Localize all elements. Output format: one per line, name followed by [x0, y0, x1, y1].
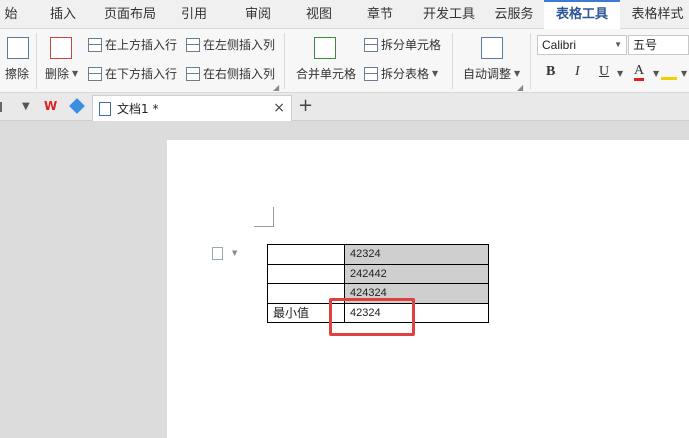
- wps-logo-icon[interactable]: W: [44, 99, 60, 113]
- insert-below-label: 在下方插入行: [105, 67, 178, 81]
- tab-view[interactable]: 视图: [296, 0, 342, 29]
- split-cells-button[interactable]: 拆分单元格: [364, 36, 441, 53]
- table-row: 42324: [267, 244, 489, 265]
- delete-button[interactable]: 删除 ▼: [45, 65, 78, 82]
- split-table-icon: [364, 66, 378, 81]
- panel-toggle-icon[interactable]: [0, 102, 4, 112]
- dialog-launcher-icon[interactable]: ◢: [273, 83, 279, 92]
- chevron-down-icon[interactable]: ▼: [653, 69, 659, 78]
- paragraph-layout-icon[interactable]: [212, 247, 223, 260]
- tab-chapter[interactable]: 章节: [356, 0, 404, 29]
- erase-label: 擦除: [5, 67, 30, 81]
- auto-fit-button[interactable]: 自动调整 ▼: [463, 65, 520, 82]
- document-tab-bar: ▼ W 文档1 * × +: [0, 93, 689, 121]
- chevron-down-icon[interactable]: ▼: [617, 69, 623, 78]
- italic-button[interactable]: I: [575, 64, 580, 80]
- chevron-down-icon[interactable]: ▼: [22, 101, 30, 112]
- merge-cells-icon[interactable]: [314, 37, 336, 59]
- divider: [284, 33, 285, 89]
- split-cells-label: 拆分单元格: [381, 38, 442, 52]
- chevron-down-icon: ▼: [514, 69, 521, 78]
- delete-table-icon[interactable]: [50, 37, 72, 59]
- close-icon[interactable]: ×: [273, 100, 285, 116]
- font-size-value: 五号: [633, 38, 658, 52]
- tab-start[interactable]: 始: [0, 0, 22, 29]
- document-icon: [99, 101, 111, 116]
- document-tab[interactable]: 文档1 * ×: [92, 95, 292, 121]
- chevron-down-icon: ▼: [432, 69, 439, 78]
- insert-above-button[interactable]: 在上方插入行: [88, 36, 177, 53]
- tab-cloud[interactable]: 云服务: [488, 0, 540, 29]
- eraser-icon[interactable]: [7, 37, 29, 59]
- divider: [452, 33, 453, 89]
- insert-right-label: 在右侧插入列: [203, 67, 276, 81]
- insert-col-right-icon: [186, 66, 200, 81]
- auto-fit-label: 自动调整: [463, 67, 512, 81]
- divider: [530, 33, 531, 89]
- ribbon-tab-bar: 始 插入 页面布局 引用 审阅 视图 章节 开发工具 云服务 表格工具 表格样式: [0, 0, 689, 29]
- insert-left-label: 在左侧插入列: [203, 38, 276, 52]
- insert-above-label: 在上方插入行: [105, 38, 178, 52]
- merge-cells-button[interactable]: 合并单元格: [296, 65, 356, 82]
- tab-table-tools[interactable]: 表格工具: [544, 0, 620, 29]
- chevron-down-icon: ▼: [72, 69, 79, 78]
- split-cells-icon: [364, 37, 378, 52]
- insert-below-button[interactable]: 在下方插入行: [88, 65, 177, 82]
- cube-icon[interactable]: [69, 98, 85, 114]
- margin-corner-mark: [254, 207, 274, 227]
- tab-references[interactable]: 引用: [172, 0, 216, 29]
- font-color-button[interactable]: A: [634, 64, 645, 81]
- table-cell[interactable]: 242442: [344, 263, 489, 284]
- tab-review[interactable]: 审阅: [234, 0, 282, 29]
- add-tab-button[interactable]: +: [298, 95, 313, 116]
- table-cell[interactable]: 42324: [344, 244, 489, 265]
- table-cell[interactable]: [267, 244, 345, 265]
- underline-button[interactable]: U: [599, 64, 609, 80]
- tab-developer[interactable]: 开发工具: [418, 0, 480, 29]
- auto-fit-icon[interactable]: [481, 37, 503, 59]
- insert-left-button[interactable]: 在左侧插入列: [186, 36, 275, 53]
- dialog-launcher-icon[interactable]: ◢: [517, 83, 523, 92]
- insert-row-below-icon: [88, 66, 102, 81]
- merge-cells-label: 合并单元格: [296, 67, 357, 81]
- table-row: 242442: [267, 263, 489, 284]
- tab-page-layout[interactable]: 页面布局: [100, 0, 160, 29]
- delete-label: 删除: [45, 67, 70, 81]
- tab-table-style[interactable]: 表格样式: [626, 0, 689, 29]
- chevron-down-icon[interactable]: ▼: [232, 249, 237, 257]
- bold-button[interactable]: B: [546, 64, 555, 80]
- highlighter-icon[interactable]: [661, 64, 677, 80]
- insert-row-above-icon: [88, 37, 102, 52]
- font-name-value: Calibri: [542, 38, 577, 52]
- ribbon-panel: 擦除 删除 ▼ 在上方插入行 在下方插入行 在左侧插入列 在右侧插入列 ◢ 合并单…: [0, 29, 689, 93]
- insert-col-left-icon: [186, 37, 200, 52]
- font-size-select[interactable]: 五号: [628, 35, 689, 55]
- split-table-button[interactable]: 拆分表格 ▼: [364, 65, 438, 82]
- font-name-select[interactable]: Calibri ▼: [537, 35, 627, 55]
- insert-right-button[interactable]: 在右侧插入列: [186, 65, 275, 82]
- chevron-down-icon[interactable]: ▼: [681, 69, 687, 78]
- document-tab-title: 文档1 *: [117, 102, 159, 116]
- table-cell[interactable]: [267, 263, 345, 284]
- erase-button[interactable]: 擦除: [5, 65, 29, 82]
- highlight-box: [329, 298, 415, 336]
- tab-insert[interactable]: 插入: [40, 0, 86, 29]
- divider: [36, 33, 37, 89]
- chevron-down-icon: ▼: [614, 40, 622, 49]
- split-table-label: 拆分表格: [381, 67, 430, 81]
